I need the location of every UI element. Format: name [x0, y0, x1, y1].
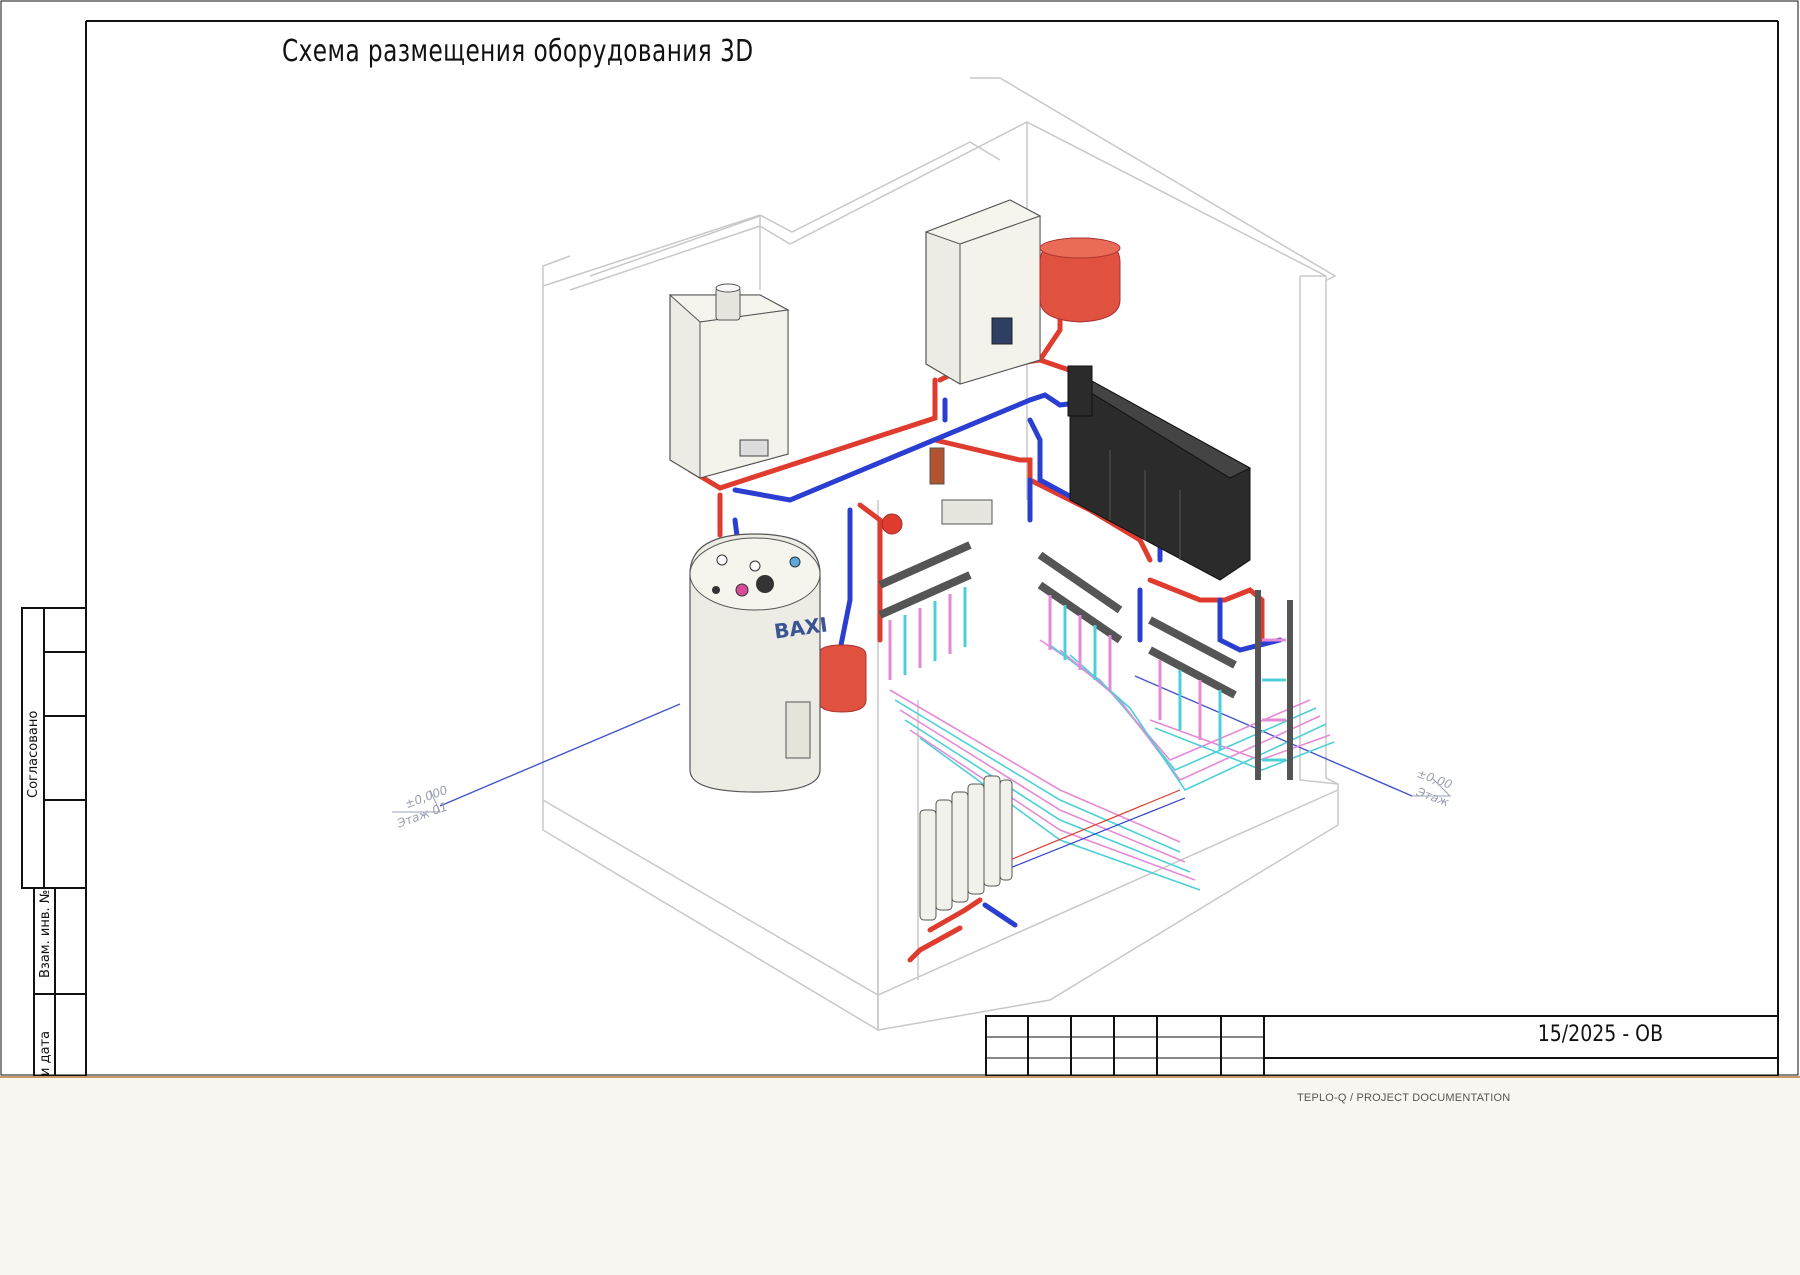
side-label-agreed: Согласовано — [26, 710, 41, 798]
drawing-title: Схема размещения оборудования 3D — [282, 34, 754, 69]
wall-boiler-left — [668, 283, 790, 479]
water-heater-tank — [689, 533, 821, 793]
manifold-2 — [1037, 551, 1123, 690]
expansion-tank-top — [1039, 237, 1121, 323]
footer-text: TEPLO-Q / PROJECT DOCUMENTATION — [1297, 1092, 1511, 1104]
side-label-replaced-inv: Взам. инв. № — [38, 889, 53, 978]
footer-bar: TEPLO-Q / PROJECT DOCUMENTATION — [0, 1076, 1800, 1275]
drawing-frame — [0, 0, 1799, 1076]
control-unit — [881, 447, 993, 535]
drawing-sheet: Схема размещения оборудования 3D ±0,000 … — [0, 0, 1800, 1076]
expansion-tank-small — [817, 644, 867, 713]
side-stamp-table — [21, 607, 87, 1076]
radiator — [919, 775, 1013, 921]
hydraulic-distribution-block — [1067, 365, 1252, 581]
wall-boiler-center — [924, 199, 1042, 385]
document-code: 15/2025 - ОВ — [1537, 1022, 1664, 1047]
schematic-canvas — [0, 0, 1799, 1076]
side-label-signature-date: и дата — [38, 1030, 53, 1076]
manifold-1 — [878, 541, 972, 680]
